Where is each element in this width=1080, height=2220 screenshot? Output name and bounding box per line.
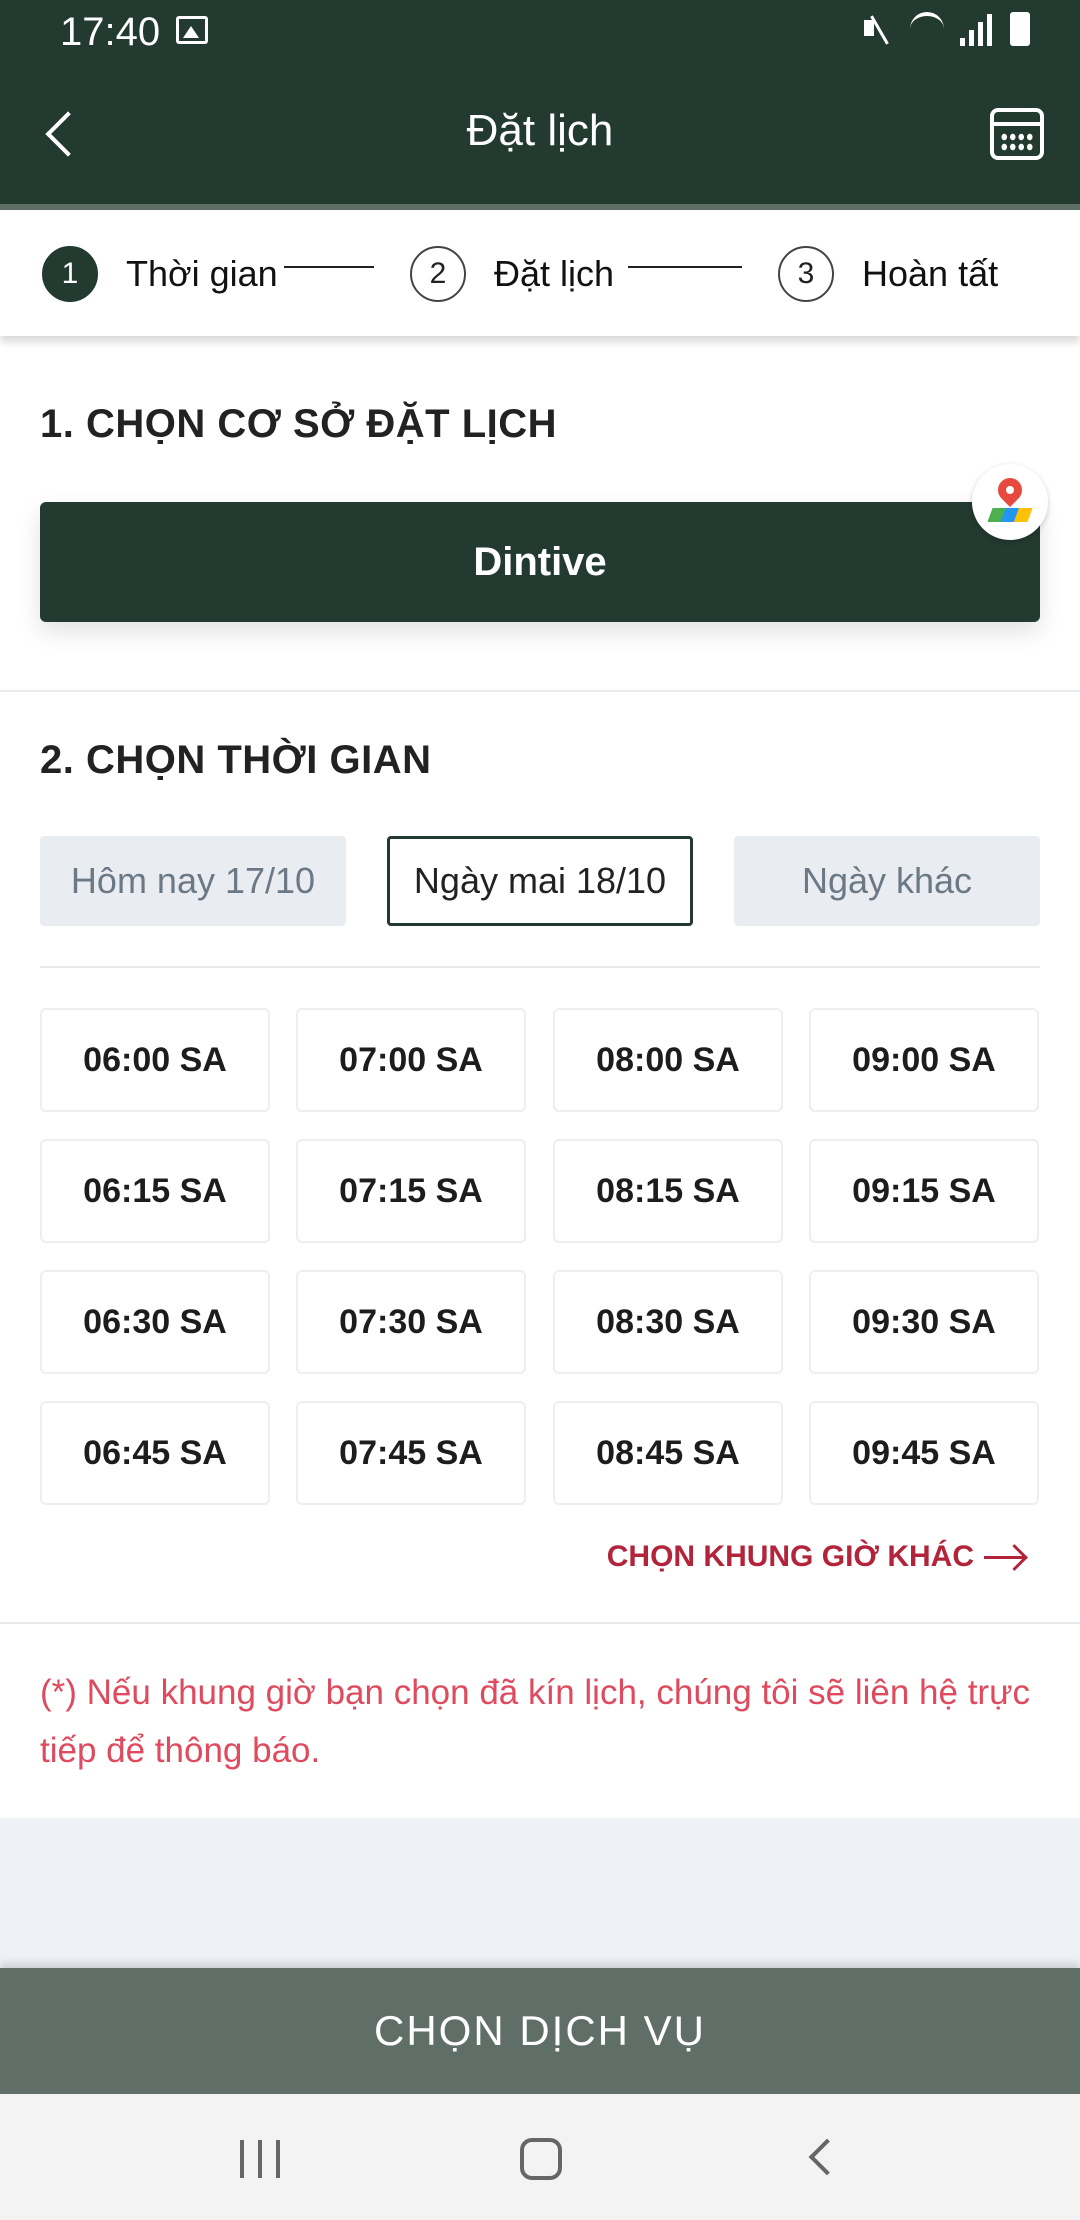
system-nav-bar [0, 2094, 1080, 2220]
time-slot[interactable]: 09:00 SA [809, 1008, 1039, 1112]
signal-icon [960, 12, 994, 46]
tab-other-date[interactable]: Ngày khác [734, 836, 1040, 926]
step-3-label: Hoàn tất [862, 253, 999, 294]
time-slot[interactable]: 09:30 SA [809, 1270, 1039, 1374]
page-title: Đặt lịch [466, 106, 614, 155]
map-pin-icon[interactable] [972, 464, 1048, 540]
system-back-icon[interactable] [808, 2138, 846, 2176]
step-connector [628, 266, 742, 268]
calendar-icon[interactable] [990, 108, 1044, 160]
time-slot[interactable]: 06:00 SA [40, 1008, 270, 1112]
booking-note: (*) Nếu khung giờ bạn chọn đã kín lịch, … [40, 1673, 1030, 1770]
step-2-number: 2 [410, 246, 466, 302]
recent-apps-icon[interactable] [240, 2140, 280, 2178]
more-time-slots-label: CHỌN KHUNG GIỜ KHÁC [606, 1540, 974, 1573]
time-slot[interactable]: 08:15 SA [553, 1139, 783, 1243]
time-slot[interactable]: 07:30 SA [296, 1270, 526, 1374]
footer-spacer [0, 1818, 1080, 1968]
step-connector [284, 266, 374, 268]
step-1: 1 Thời gian [42, 246, 278, 302]
section-time-title: 2. CHỌN THỜI GIAN [40, 738, 432, 782]
step-1-number: 1 [42, 246, 98, 302]
image-notification-icon [176, 16, 208, 44]
time-slot[interactable]: 07:45 SA [296, 1401, 526, 1505]
time-slot[interactable]: 06:15 SA [40, 1139, 270, 1243]
more-time-slots-link[interactable]: CHỌN KHUNG GIỜ KHÁC [607, 1540, 1026, 1574]
tab-today[interactable]: Hôm nay 17/10 [40, 836, 346, 926]
step-3-number: 3 [778, 246, 834, 302]
section-venue-title: 1. CHỌN CƠ SỞ ĐẶT LỊCH [40, 402, 558, 446]
status-time: 17:40 [60, 10, 161, 54]
app-bar: Đặt lịch [0, 64, 1080, 206]
tab-tomorrow[interactable]: Ngày mai 18/10 [387, 836, 693, 926]
time-slot[interactable]: 06:30 SA [40, 1270, 270, 1374]
step-3: 3 Hoàn tất [778, 246, 998, 302]
time-slot[interactable]: 08:30 SA [553, 1270, 783, 1374]
time-slot[interactable]: 09:15 SA [809, 1139, 1039, 1243]
venue-select-button[interactable]: Dintive [40, 502, 1040, 622]
status-bar: 17:40 [0, 0, 1080, 64]
date-divider [40, 966, 1040, 968]
step-1-label: Thời gian [126, 253, 278, 294]
section-divider [0, 690, 1080, 692]
mute-icon [860, 12, 894, 46]
time-slot[interactable]: 08:00 SA [553, 1008, 783, 1112]
step-2-label: Đặt lịch [494, 253, 615, 294]
step-2: 2 Đặt lịch [410, 246, 614, 302]
arrow-right-icon [984, 1545, 1026, 1569]
section-divider [0, 1622, 1080, 1624]
time-slot[interactable]: 08:45 SA [553, 1401, 783, 1505]
choose-service-button[interactable]: CHỌN DỊCH VỤ [0, 1968, 1080, 2094]
battery-icon [1010, 12, 1030, 46]
home-icon[interactable] [520, 2138, 562, 2180]
time-slot[interactable]: 09:45 SA [809, 1401, 1039, 1505]
time-slot[interactable]: 07:00 SA [296, 1008, 526, 1112]
time-slot[interactable]: 07:15 SA [296, 1139, 526, 1243]
booking-stepper: 1 Thời gian 2 Đặt lịch 3 Hoàn tất [0, 210, 1080, 336]
status-icons [860, 12, 1030, 46]
wifi-icon [910, 12, 944, 46]
time-slot[interactable]: 06:45 SA [40, 1401, 270, 1505]
